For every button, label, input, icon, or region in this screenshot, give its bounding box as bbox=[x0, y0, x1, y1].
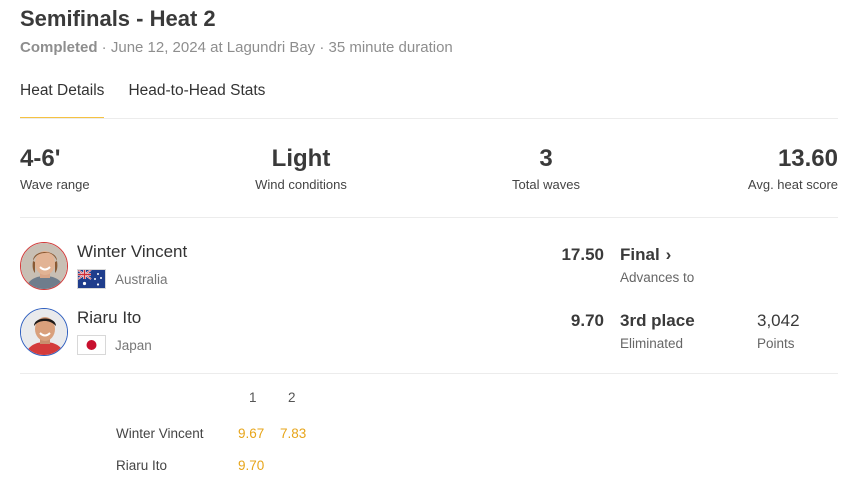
stat-value: 3 bbox=[539, 145, 553, 172]
heat-total-score: 9.70 bbox=[570, 311, 604, 330]
heat-details: · June 12, 2024 at Lagundri Bay · 35 min… bbox=[97, 39, 453, 56]
stat-label: Avg. heat score bbox=[747, 177, 838, 192]
avatar bbox=[20, 308, 68, 356]
page-title: Semifinals - Heat 2 bbox=[20, 6, 216, 31]
athletes-divider bbox=[20, 373, 838, 374]
stat-total-waves: 3 Total waves bbox=[500, 145, 592, 192]
athlete-row[interactable]: Riaru Ito Japan 9.70 3rd place Eliminate… bbox=[20, 308, 838, 358]
australia-flag-icon bbox=[77, 269, 106, 289]
stat-value: 4-6' bbox=[20, 145, 61, 172]
tab-bar: Heat Details Head-to-Head Stats bbox=[20, 82, 265, 119]
result-block: 3rd place Eliminated bbox=[620, 311, 695, 351]
wave-row-name: Winter Vincent bbox=[116, 426, 204, 441]
stat-label: Total waves bbox=[512, 177, 580, 192]
athlete-country: Australia bbox=[115, 272, 168, 287]
wave-column-header: 2 bbox=[288, 390, 296, 405]
stat-value: Light bbox=[271, 145, 331, 172]
chevron-right-icon: › bbox=[665, 245, 672, 264]
wave-score[interactable]: 7.83 bbox=[280, 426, 306, 441]
heat-total-score: 17.50 bbox=[561, 245, 604, 264]
athlete-name[interactable]: Winter Vincent bbox=[77, 242, 187, 262]
wave-score[interactable]: 9.67 bbox=[238, 426, 264, 441]
result-label[interactable]: Final bbox=[620, 245, 660, 265]
wave-column-header: 1 bbox=[249, 390, 257, 405]
stat-value: 13.60 bbox=[777, 145, 838, 172]
stat-wave-range: 4-6' Wave range bbox=[20, 145, 90, 192]
points-label: Points bbox=[757, 336, 795, 351]
athlete-name[interactable]: Riaru Ito bbox=[77, 308, 141, 328]
heat-subtitle: Completed · June 12, 2024 at Lagundri Ba… bbox=[20, 39, 453, 56]
heat-status: Completed bbox=[20, 39, 98, 56]
result-link[interactable]: Final › Advances to bbox=[620, 245, 694, 285]
tab-head-to-head-stats[interactable]: Head-to-Head Stats bbox=[128, 82, 265, 119]
athlete-row[interactable]: Winter Vincent Australia 17.50 Final › Ad… bbox=[20, 242, 838, 292]
avatar bbox=[20, 242, 68, 290]
result-label: 3rd place bbox=[620, 311, 695, 330]
athlete-country: Japan bbox=[115, 338, 152, 353]
result-subtitle: Eliminated bbox=[620, 336, 684, 351]
points-value: 3,042 bbox=[757, 311, 800, 330]
wave-score[interactable]: 9.70 bbox=[238, 458, 264, 473]
heat-stats: 4-6' Wave range Light Wind conditions 3 … bbox=[20, 145, 838, 195]
stat-wind-conditions: Light Wind conditions bbox=[242, 145, 360, 192]
japan-flag-icon bbox=[77, 335, 106, 355]
stat-label: Wave range bbox=[20, 177, 90, 192]
tabs-divider bbox=[20, 118, 838, 119]
points-block: 3,042 Points bbox=[757, 311, 800, 351]
wave-row-name: Riaru Ito bbox=[116, 458, 168, 473]
tab-heat-details[interactable]: Heat Details bbox=[20, 82, 105, 119]
stat-avg-heat-score: 13.60 Avg. heat score bbox=[748, 145, 838, 192]
result-subtitle: Advances to bbox=[620, 270, 695, 285]
stats-divider bbox=[20, 217, 838, 218]
stat-label: Wind conditions bbox=[255, 177, 347, 192]
